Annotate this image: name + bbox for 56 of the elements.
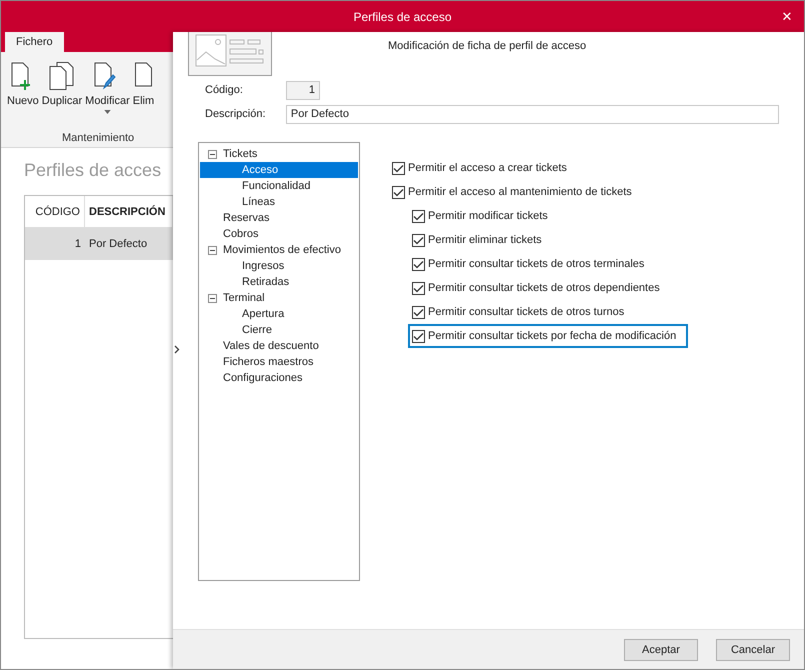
caret-icon [104, 110, 111, 114]
checkmark-icon [413, 236, 424, 244]
checkmark-icon [393, 188, 404, 196]
permission-checkbox[interactable]: Permitir consultar tickets de otros turnos [408, 300, 636, 324]
collapse-icon[interactable] [208, 150, 217, 158]
tree-item[interactable]: Terminal [200, 290, 358, 306]
ribbon-button[interactable]: Modificar [84, 60, 131, 128]
checkmark-icon [413, 284, 424, 292]
checkmark-icon [413, 260, 424, 268]
permission-checkbox[interactable]: Permitir el acceso al mantenimiento de tickets [388, 180, 644, 204]
accept-button[interactable]: Aceptar [624, 638, 698, 660]
tree-item[interactable]: Cobros [200, 226, 358, 242]
tree-item[interactable]: Configuraciones [200, 370, 358, 386]
description-field[interactable]: Por Defecto [286, 104, 779, 124]
ribbon-button[interactable]: Duplicar [40, 60, 84, 128]
dialog-title: Modificación de ficha de perfil de acceso [388, 40, 586, 52]
field-label: Descripción: [205, 108, 267, 120]
permission-checkbox[interactable]: Permitir consultar tickets de otros terminales [408, 252, 656, 276]
tree-item[interactable]: Movimientos de efectivo [200, 242, 358, 258]
collapse-icon[interactable] [208, 246, 217, 254]
ribbon-button[interactable]: Elim [132, 60, 156, 128]
collapse-icon[interactable] [208, 294, 217, 302]
tree-item[interactable]: Apertura [200, 306, 358, 322]
tree-item[interactable]: Tickets [200, 146, 358, 162]
tree-item[interactable]: Vales de descuento [200, 338, 358, 354]
permission-checkbox[interactable]: Permitir el acceso a crear tickets [388, 156, 579, 180]
permission-checkbox[interactable]: Permitir eliminar tickets [408, 228, 554, 252]
group-label: Mantenimiento [62, 132, 134, 144]
ribbon-button[interactable]: Nuevo [6, 60, 40, 128]
cancel-button[interactable]: Cancelar [716, 638, 790, 660]
code-field[interactable]: 1 [286, 80, 320, 100]
tree-item[interactable]: Acceso [200, 162, 358, 178]
checkmark-icon [393, 164, 404, 172]
table-cell-text: Por Defecto [88, 237, 148, 252]
permission-checkbox[interactable]: Permitir modificar tickets [408, 204, 560, 228]
tree-item[interactable]: Ingresos [200, 258, 358, 274]
permission-checkbox[interactable]: Permitir consultar tickets de otros dependientes [408, 276, 672, 300]
checkmark-icon [413, 308, 424, 316]
column-header[interactable]: CÓDIGO [25, 196, 85, 227]
close-button[interactable]: ✕ [774, 5, 800, 27]
table-cell-text: 1 [74, 237, 82, 252]
page-heading: Perfiles de acces [24, 160, 162, 181]
ribbon-tab[interactable]: Fichero [5, 32, 64, 52]
tree-item[interactable]: Ficheros maestros [200, 354, 358, 370]
tree-item[interactable]: Funcionalidad [200, 178, 358, 194]
field-label: Código: [205, 84, 244, 96]
tree-item[interactable]: Retiradas [200, 274, 358, 290]
tree-item[interactable]: Cierre [200, 322, 358, 338]
permission-checkbox[interactable]: Permitir consultar tickets por fecha de modificación [408, 324, 688, 348]
tree-item[interactable]: Reservas [200, 210, 358, 226]
checkmark-icon [413, 212, 424, 220]
copy-documents-icon [48, 62, 75, 92]
tree-item[interactable]: Líneas [200, 194, 358, 210]
checkmark-icon [413, 332, 424, 340]
window-title: Perfiles de acceso [353, 10, 452, 24]
chevron-icon[interactable] [174, 345, 180, 354]
